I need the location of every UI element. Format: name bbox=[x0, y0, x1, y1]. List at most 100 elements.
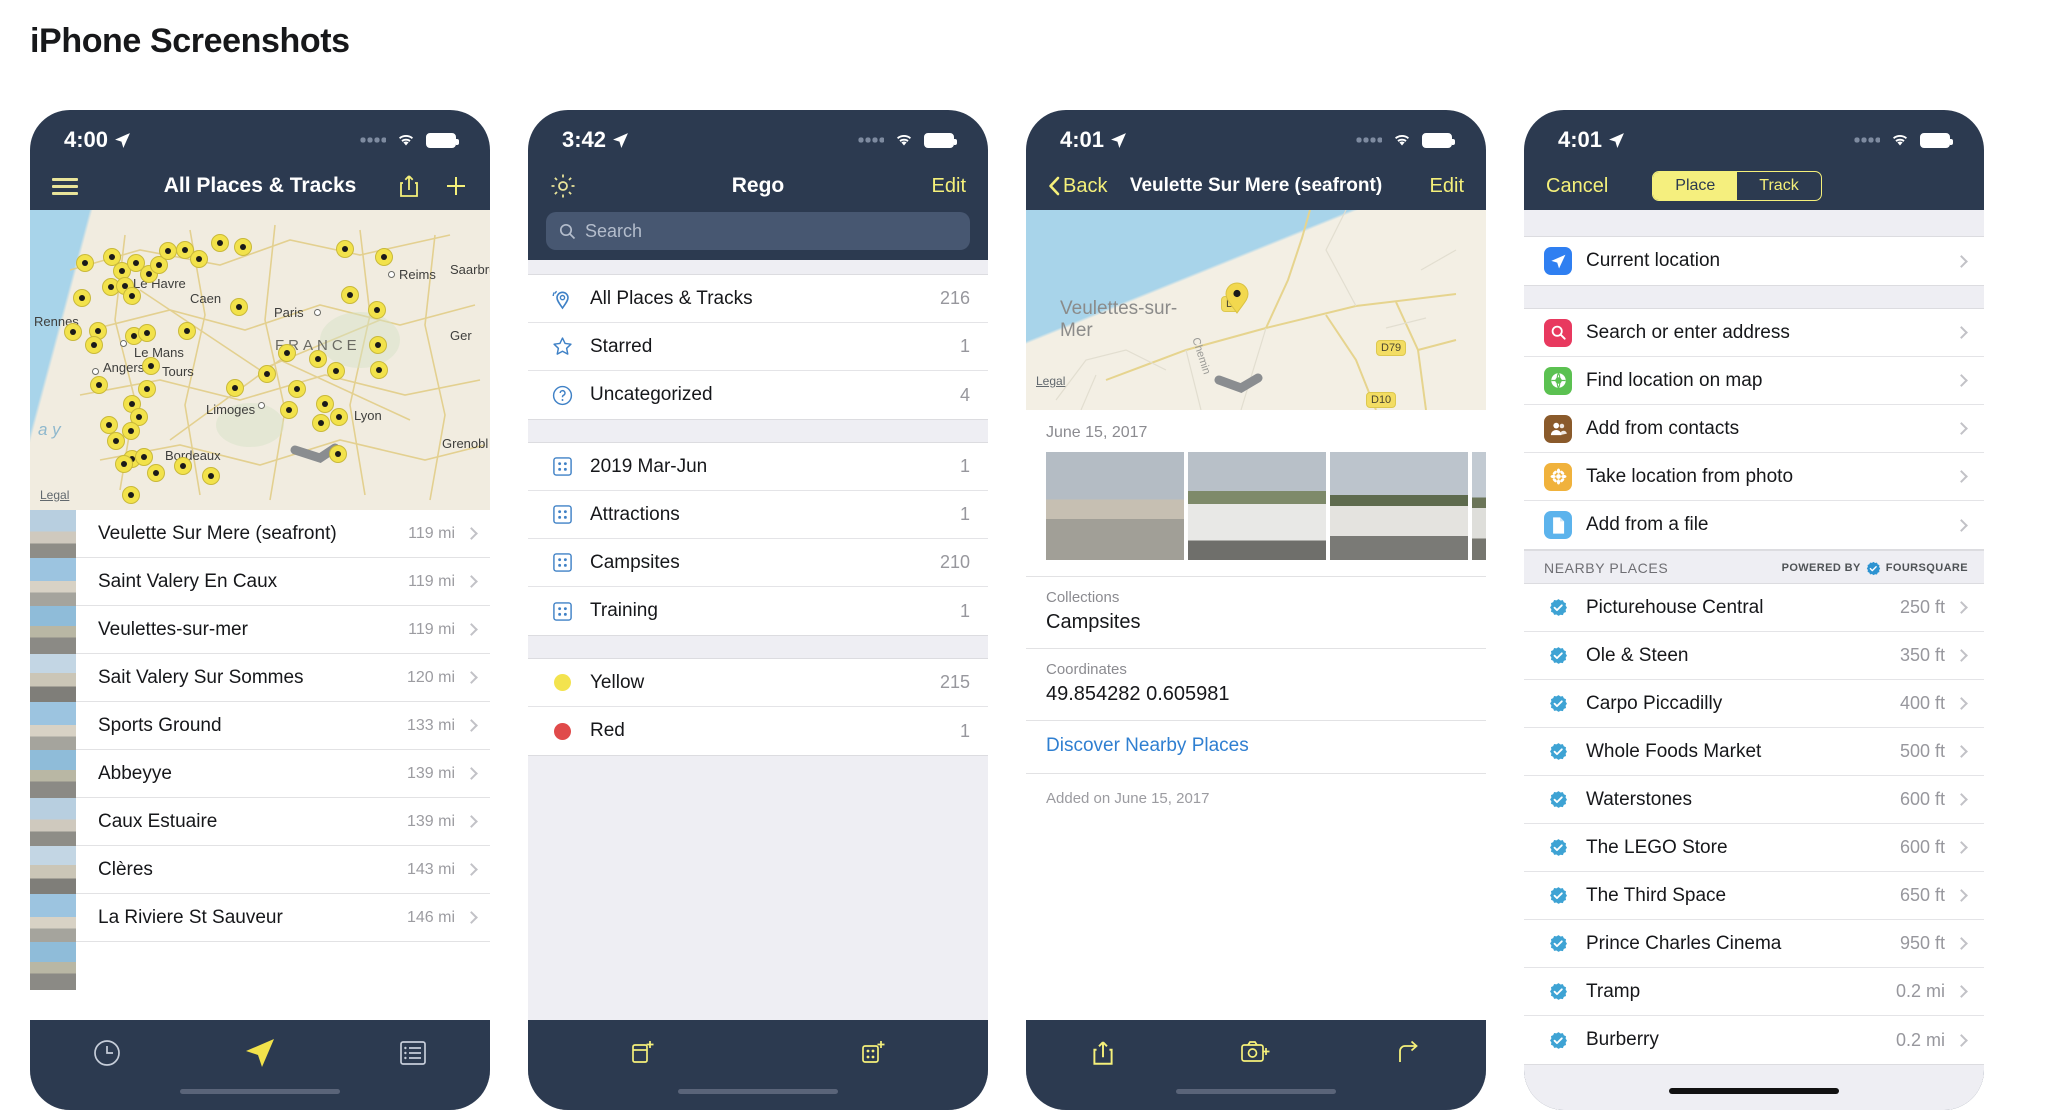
new-collection-icon[interactable] bbox=[528, 1032, 758, 1074]
share-icon[interactable] bbox=[398, 173, 420, 199]
location-arrow-icon bbox=[1609, 132, 1624, 148]
place-distance: 119 mi bbox=[408, 620, 455, 638]
hamburger-menu-icon[interactable] bbox=[52, 177, 78, 195]
search-input[interactable]: Search bbox=[546, 212, 970, 250]
nearby-place-item[interactable]: The LEGO Store 600 ft bbox=[1524, 824, 1984, 872]
clock-icon[interactable] bbox=[30, 1032, 183, 1074]
color-item-yellow[interactable]: Yellow 215 bbox=[528, 659, 988, 707]
detail-collections[interactable]: Collections Campsites bbox=[1026, 576, 1486, 648]
detail-map-view[interactable]: Veulettes-sur-Mer Chemin D D79 D10 Legal bbox=[1026, 210, 1486, 410]
nearby-place-item[interactable]: Ole & Steen 350 ft bbox=[1524, 632, 1984, 680]
question-circle-icon bbox=[548, 384, 576, 407]
plus-icon[interactable] bbox=[444, 174, 468, 198]
photo-thumbnail[interactable] bbox=[1188, 452, 1326, 560]
detail-label: Collections bbox=[1046, 589, 1120, 606]
sidebar-item-starred[interactable]: Starred 1 bbox=[528, 323, 988, 371]
location-arrow-icon bbox=[115, 132, 130, 148]
nearby-place-item[interactable]: Prince Charles Cinema 950 ft bbox=[1524, 920, 1984, 968]
photo-thumbnail[interactable] bbox=[1472, 452, 1486, 560]
back-button[interactable]: Back bbox=[1048, 175, 1107, 198]
nearby-place-item[interactable]: Waterstones 600 ft bbox=[1524, 776, 1984, 824]
discover-nearby-row[interactable]: Discover Nearby Places bbox=[1026, 720, 1486, 773]
list-item[interactable]: Abbeyye 139 mi bbox=[30, 749, 490, 798]
current-location-icon bbox=[1544, 247, 1572, 275]
detail-coordinates[interactable]: Coordinates 49.854282 0.605981 bbox=[1026, 648, 1486, 720]
color-item-red[interactable]: Red 1 bbox=[528, 707, 988, 755]
add-photo-icon[interactable] bbox=[1179, 1032, 1332, 1074]
foursquare-icon bbox=[1544, 982, 1572, 1001]
collection-item-campsites[interactable]: Campsites 210 bbox=[528, 539, 988, 587]
discover-nearby-link[interactable]: Discover Nearby Places bbox=[1046, 735, 1466, 757]
nearby-places-list: Picturehouse Central 250 ft Ole & Steen 35… bbox=[1524, 584, 1984, 1065]
list-item[interactable]: Veulettes-sur-mer 119 mi bbox=[30, 605, 490, 654]
section-divider bbox=[1524, 286, 1984, 308]
nearby-place-distance: 600 ft bbox=[1899, 789, 1945, 809]
nearby-place-item[interactable]: Carpo Piccadilly 400 ft bbox=[1524, 680, 1984, 728]
battery-icon bbox=[426, 132, 459, 148]
chevron-right-icon bbox=[1955, 326, 1968, 339]
action-add-from-file[interactable]: Add from a file bbox=[1524, 501, 1984, 549]
map-view[interactable]: FRANCE a y Le Havre Caen Reims Paris Saa… bbox=[30, 210, 490, 510]
chevron-right-icon bbox=[1955, 793, 1968, 806]
foursquare-icon bbox=[1544, 886, 1572, 905]
collection-label: Training bbox=[590, 600, 658, 621]
collection-item-attractions[interactable]: Attractions 1 bbox=[528, 491, 988, 539]
nearby-place-item[interactable]: Burberry 0.2 mi bbox=[1524, 1016, 1984, 1064]
map-pin-icon[interactable] bbox=[1224, 280, 1250, 314]
list-item[interactable]: Sports Ground 133 mi bbox=[30, 701, 490, 750]
place-name: Abbeyye bbox=[98, 762, 172, 784]
list-item[interactable]: Caux Estuaire 139 mi bbox=[30, 797, 490, 846]
action-location-from-photo[interactable]: Take location from photo bbox=[1524, 453, 1984, 501]
place-thumbnail bbox=[30, 605, 76, 654]
sidebar-item-all-places[interactable]: All Places & Tracks 216 bbox=[528, 275, 988, 323]
nearby-place-item[interactable]: Whole Foods Market 500 ft bbox=[1524, 728, 1984, 776]
action-search-address[interactable]: Search or enter address bbox=[1524, 309, 1984, 357]
nearby-place-item[interactable]: The Third Space 650 ft bbox=[1524, 872, 1984, 920]
sidebar-item-uncategorized[interactable]: Uncategorized 4 bbox=[528, 371, 988, 419]
segment-place[interactable]: Place bbox=[1653, 172, 1738, 200]
battery-icon bbox=[1422, 132, 1455, 148]
globe-icon bbox=[1544, 366, 1572, 395]
list-item[interactable]: Veulette Sur Mere (seafront) 119 mi bbox=[30, 509, 490, 558]
place-track-segmented-control[interactable]: Place Track bbox=[1652, 171, 1822, 201]
list-item[interactable]: Saint Valery En Caux 119 mi bbox=[30, 557, 490, 606]
navigation-bar: Rego Edit bbox=[528, 162, 988, 210]
gear-icon[interactable] bbox=[550, 173, 576, 199]
photo-icon bbox=[1544, 462, 1572, 491]
collection-icon bbox=[548, 456, 576, 477]
segment-track[interactable]: Track bbox=[1737, 172, 1820, 200]
directions-icon[interactable] bbox=[1333, 1032, 1486, 1074]
action-add-from-contacts[interactable]: Add from contacts bbox=[1524, 405, 1984, 453]
map-legal-link[interactable]: Legal bbox=[40, 488, 69, 502]
list-item[interactable]: Clères 143 mi bbox=[30, 845, 490, 894]
powered-by-foursquare: POWERED BY FOURSQUARE bbox=[1782, 561, 1968, 576]
share-icon[interactable] bbox=[1026, 1032, 1179, 1074]
photo-thumbnail[interactable] bbox=[1330, 452, 1468, 560]
list-item[interactable]: Sait Valery Sur Sommes 120 mi bbox=[30, 653, 490, 702]
location-arrow-icon bbox=[613, 132, 628, 148]
map-city-label: Reims bbox=[399, 267, 436, 282]
action-current-location[interactable]: Current location bbox=[1524, 237, 1984, 285]
place-distance: 119 mi bbox=[408, 524, 455, 542]
photo-strip[interactable] bbox=[1026, 452, 1486, 560]
list-item[interactable] bbox=[30, 942, 490, 990]
phone-screenshot-1: 4:00 All Places & Tracks FRANCE a y Le H… bbox=[30, 110, 490, 1110]
photo-thumbnail[interactable] bbox=[1046, 452, 1184, 560]
list-icon[interactable] bbox=[337, 1032, 490, 1074]
nearby-place-item[interactable]: Tramp 0.2 mi bbox=[1524, 968, 1984, 1016]
place-pin-icon bbox=[548, 287, 576, 310]
map-legal-link[interactable]: Legal bbox=[1036, 374, 1065, 388]
edit-button[interactable]: Edit bbox=[932, 175, 966, 198]
chevron-right-icon bbox=[1955, 1033, 1968, 1047]
list-item[interactable]: La Riviere St Sauveur 146 mi bbox=[30, 893, 490, 942]
navigation-arrow-icon[interactable] bbox=[183, 1032, 336, 1074]
section-smart-collections: All Places & Tracks 216 Starred 1 Uncate… bbox=[528, 274, 988, 420]
collection-item-2019-mar-jun[interactable]: 2019 Mar-Jun 1 bbox=[528, 443, 988, 491]
new-group-icon[interactable] bbox=[758, 1032, 988, 1074]
edit-button[interactable]: Edit bbox=[1430, 175, 1464, 198]
collection-item-training[interactable]: Training 1 bbox=[528, 587, 988, 635]
chevron-right-icon bbox=[1955, 697, 1968, 710]
nearby-place-item[interactable]: Picturehouse Central 250 ft bbox=[1524, 584, 1984, 632]
action-find-on-map[interactable]: Find location on map bbox=[1524, 357, 1984, 405]
cancel-button[interactable]: Cancel bbox=[1546, 175, 1608, 198]
